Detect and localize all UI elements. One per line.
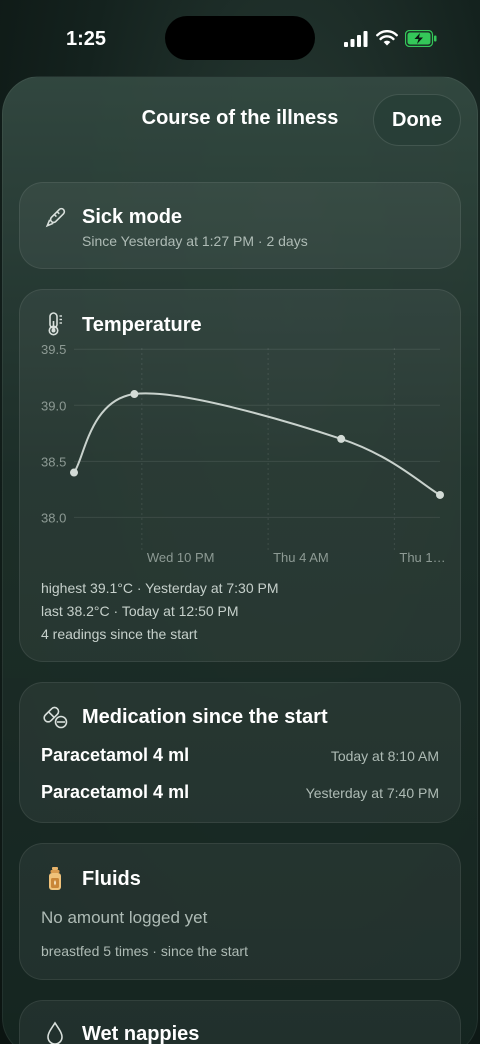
temperature-card[interactable]: Temperature 39.5 39.0 38.5 38.0 Wed 10 PM Thu… <box>19 289 461 662</box>
temperature-point <box>70 468 78 477</box>
medication-name: Paracetamol 4 ml <box>41 782 190 802</box>
fluids-footer: breastfed 5 times · since the start <box>41 943 248 959</box>
list-item[interactable]: Paracetamol 4 ml Today at 8:10 AM <box>41 745 439 769</box>
fluids-title: Fluids <box>82 868 141 890</box>
medication-time: Yesterday at 7:40 PM <box>305 785 439 801</box>
medication-name: Paracetamol 4 ml <box>41 745 190 765</box>
temperature-point <box>337 434 346 443</box>
list-item[interactable]: Paracetamol 4 ml Yesterday at 7:40 PM <box>41 782 439 806</box>
temperature-line <box>73 392 441 496</box>
temperature-highest: highest 39.1°C · Yesterday at 7:30 PM <box>41 580 279 596</box>
temperature-point <box>436 490 444 499</box>
cellular-signal-icon <box>344 31 368 47</box>
sick-mode-card[interactable]: Sick mode Since Yesterday at 1:27 PM · 2… <box>19 182 461 269</box>
x-tick-label: Thu 1… <box>399 550 445 565</box>
y-tick-label: 39.0 <box>41 398 66 413</box>
screen: 1:25 Course of the illness Done Sick mod… <box>0 0 480 1044</box>
battery-charging-icon <box>405 30 437 47</box>
status-time: 1:25 <box>66 28 107 50</box>
temperature-last: last 38.2°C · Today at 12:50 PM <box>41 603 239 619</box>
x-tick-label: Wed 10 PM <box>147 550 215 565</box>
bottle-icon <box>49 867 61 890</box>
wifi-icon <box>376 30 398 46</box>
temperature-point <box>130 390 139 399</box>
fluids-card[interactable]: Fluids No amount logged yet breastfed 5 … <box>19 843 461 980</box>
medication-time: Today at 8:10 AM <box>330 748 439 764</box>
y-tick-label: 38.0 <box>41 510 66 525</box>
sick-mode-title: Sick mode <box>82 206 183 228</box>
fluids-empty-text: No amount logged yet <box>41 908 208 927</box>
status-bar: 1:25 <box>0 0 480 76</box>
sick-mode-subtitle: Since Yesterday at 1:27 PM · 2 days <box>82 233 308 249</box>
temperature-readings: 4 readings since the start <box>41 626 198 642</box>
y-tick-label: 39.5 <box>41 342 66 357</box>
thermometer-pencil-icon <box>45 207 66 228</box>
drop-icon <box>47 1021 63 1044</box>
y-tick-label: 38.5 <box>41 454 66 469</box>
medication-title: Medication since the start <box>82 706 328 728</box>
medication-card[interactable]: Medication since the start Paracetamol 4… <box>19 682 461 823</box>
wet-nappies-title: Wet nappies <box>82 1023 200 1044</box>
pills-icon <box>43 706 68 729</box>
dynamic-island <box>165 16 315 60</box>
x-tick-label: Thu 4 AM <box>273 550 329 565</box>
done-button[interactable]: Done <box>373 94 461 146</box>
wet-nappies-card[interactable]: Wet nappies <box>19 1000 461 1044</box>
